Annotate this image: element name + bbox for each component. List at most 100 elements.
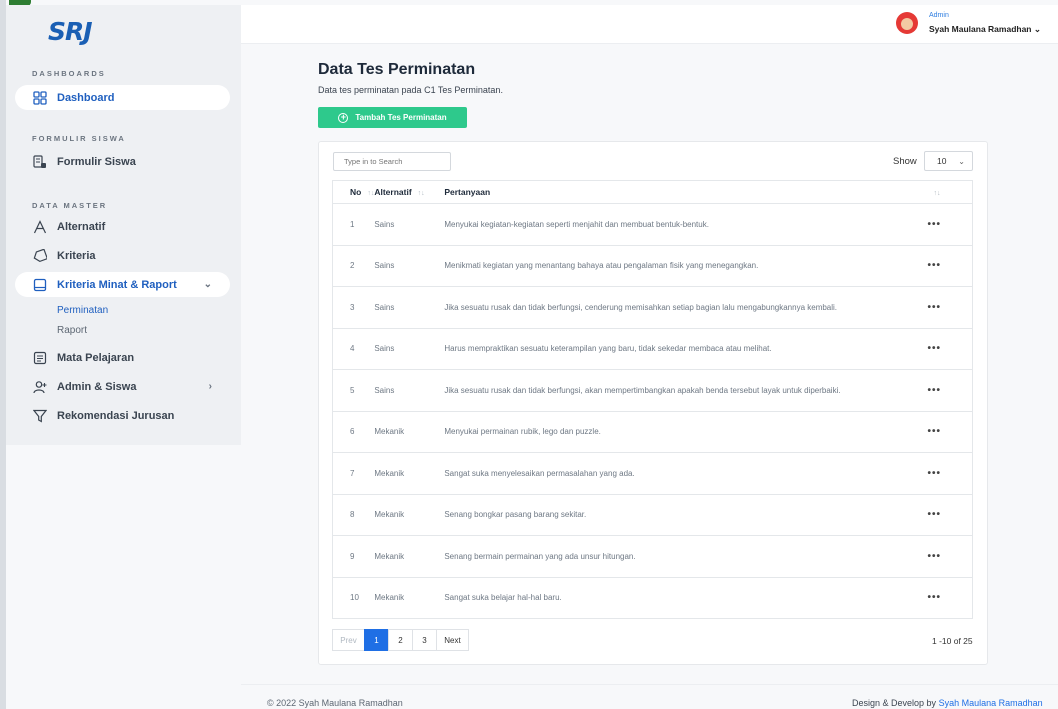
grid-icon [32,90,48,106]
cell-no: 1 [332,203,375,246]
perminatan-table: No ↑↓ Alternatif ↑↓ Pertanyaan ↑↓ 1 Sains Me… [332,180,973,619]
table-row: 4 Sains Harus mempraktikan sesuatu keteram… [332,328,973,370]
user-name: Syah Maulana Ramadhan [929,24,1032,34]
section-title-formulir: FORMULIR SISWA [32,134,126,143]
sidebar-item-label: Alternatif [57,220,106,233]
column-header-alternatif[interactable]: Alternatif ↑↓ [374,180,445,204]
list-icon [32,350,48,366]
cell-alternatif: Sains [374,245,445,287]
pagination: Prev 1 2 3 Next [332,629,469,651]
plus-circle-icon: + [338,112,349,123]
brand-logo[interactable]: SRJ [48,17,93,46]
sort-icon[interactable]: ↑↓ [367,190,374,197]
page-title: Data Tes Perminatan [318,61,476,78]
cell-no: 2 [332,245,375,287]
cell-no: 5 [332,369,375,412]
add-button-label: Tambah Tes Perminatan [355,113,447,122]
page-size-select[interactable]: 10 ⌄ [924,151,973,171]
pagination-page-button[interactable]: 2 [388,629,413,651]
sidebar-subitem-perminatan[interactable]: Perminatan [57,305,108,316]
table-row: 5 Sains Jika sesuatu rusak dan tidak berfu… [332,369,973,412]
sidebar-item-label: Rekomendasi Jurusan [57,409,175,422]
section-title-data-master: DATA MASTER [32,201,108,210]
pagination-page-button[interactable]: 1 [364,629,389,651]
table-row: 1 Sains Menyukai kegiatan-kegiatan seperti… [332,203,973,246]
cell-no: 10 [332,577,375,619]
search-input[interactable] [333,152,451,171]
more-options-icon[interactable]: ••• [927,328,973,370]
more-options-icon[interactable]: ••• [927,411,973,453]
more-options-icon[interactable]: ••• [927,452,973,495]
sidebar-item-formulir-siswa[interactable]: Formulir Siswa [15,149,230,174]
sidebar-item-label: Formulir Siswa [57,155,136,168]
book-icon [32,277,48,293]
filter-icon [32,408,48,424]
pagination-page-button[interactable]: 3 [412,629,437,651]
cell-pertanyaan: Senang bongkar pasang barang sekitar. [444,494,928,536]
user-menu[interactable]: Syah Maulana Ramadhan ⌄ [929,24,1041,35]
cell-no: 7 [332,452,375,495]
section-title-dashboards: DASHBOARDS [32,69,106,78]
sidebar-item-kriteria[interactable]: Kriteria [15,243,230,268]
cell-alternatif: Mekanik [374,411,445,453]
more-options-icon[interactable]: ••• [927,494,973,536]
cell-alternatif: Mekanik [374,577,445,619]
sidebar-item-alternatif[interactable]: Alternatif [15,214,230,239]
page-size-value: 10 [937,156,947,166]
pagination-next-button[interactable]: Next [436,629,469,651]
cell-pertanyaan: Menyukai permainan rubik, lego dan puzzl… [444,411,928,453]
cell-alternatif: Sains [374,203,445,246]
cell-pertanyaan: Menyukai kegiatan-kegiatan seperti menja… [444,203,928,246]
cell-pertanyaan: Menikmati kegiatan yang menantang bahaya… [444,245,928,287]
cell-pertanyaan: Harus mempraktikan sesuatu keterampilan … [444,328,928,370]
more-options-icon[interactable]: ••• [927,535,973,578]
cell-pertanyaan: Jika sesuatu rusak dan tidak berfungsi, … [444,286,928,329]
cell-no: 3 [332,286,375,329]
sidebar: SRJ DASHBOARDS Dashboard FORMULIR SISWA … [6,5,241,445]
sidebar-item-kriteria-minat-raport[interactable]: Kriteria Minat & Raport ⌄ [15,272,230,297]
sidebar-item-dashboard[interactable]: Dashboard [15,85,230,110]
sidebar-item-mata-pelajaran[interactable]: Mata Pelajaran [15,345,230,370]
sidebar-item-rekomendasi-jurusan[interactable]: Rekomendasi Jurusan [15,403,230,428]
cell-alternatif: Sains [374,286,445,329]
more-options-icon[interactable]: ••• [927,286,973,329]
cell-pertanyaan: Sangat suka belajar hal-hal baru. [444,577,928,619]
cell-pertanyaan: Jika sesuatu rusak dan tidak berfungsi, … [444,369,928,412]
footer-copyright: © 2022 Syah Maulana Ramadhan [267,698,403,708]
column-header-no[interactable]: No ↑↓ [332,180,375,204]
cell-no: 4 [332,328,375,370]
user-add-icon [32,379,48,395]
footer-author-link[interactable]: Syah Maulana Ramadhan [939,698,1043,708]
sidebar-subitem-raport[interactable]: Raport [57,325,87,336]
column-header-action[interactable]: ↑↓ [927,180,973,204]
table-row: 3 Sains Jika sesuatu rusak dan tidak berfu… [332,286,973,329]
cell-alternatif: Mekanik [374,494,445,536]
cell-alternatif: Mekanik [374,452,445,495]
chevron-down-icon: ⌄ [1033,24,1042,34]
cell-alternatif: Sains [374,369,445,412]
sidebar-item-admin-siswa[interactable]: Admin & Siswa › [15,374,230,399]
column-header-pertanyaan[interactable]: Pertanyaan [444,180,928,204]
more-options-icon[interactable]: ••• [927,369,973,412]
cell-no: 9 [332,535,375,578]
sort-icon[interactable]: ↑↓ [418,190,425,197]
chevron-down-icon: ⌄ [958,156,965,166]
cell-no: 8 [332,494,375,536]
user-role: Admin [929,12,949,19]
page-subtitle: Data tes perminatan pada C1 Tes Perminat… [318,85,503,95]
sort-icon[interactable]: ↑↓ [934,190,941,197]
pagination-prev-button[interactable]: Prev [332,629,365,651]
add-tes-perminatan-button[interactable]: + Tambah Tes Perminatan [318,107,467,128]
more-options-icon[interactable]: ••• [927,577,973,619]
cell-alternatif: Sains [374,328,445,370]
user-avatar[interactable] [896,12,918,34]
sidebar-item-label: Dashboard [57,91,115,104]
tag-icon [32,248,48,264]
more-options-icon[interactable]: ••• [927,203,973,246]
footer-credit: Design & Develop by Syah Maulana Ramadha… [852,698,1043,708]
sidebar-item-label: Admin & Siswa [57,380,137,393]
more-options-icon[interactable]: ••• [927,245,973,287]
sidebar-item-label: Kriteria Minat & Raport [57,278,177,291]
show-label: Show [893,156,917,167]
chevron-down-icon: ⌄ [203,279,212,290]
